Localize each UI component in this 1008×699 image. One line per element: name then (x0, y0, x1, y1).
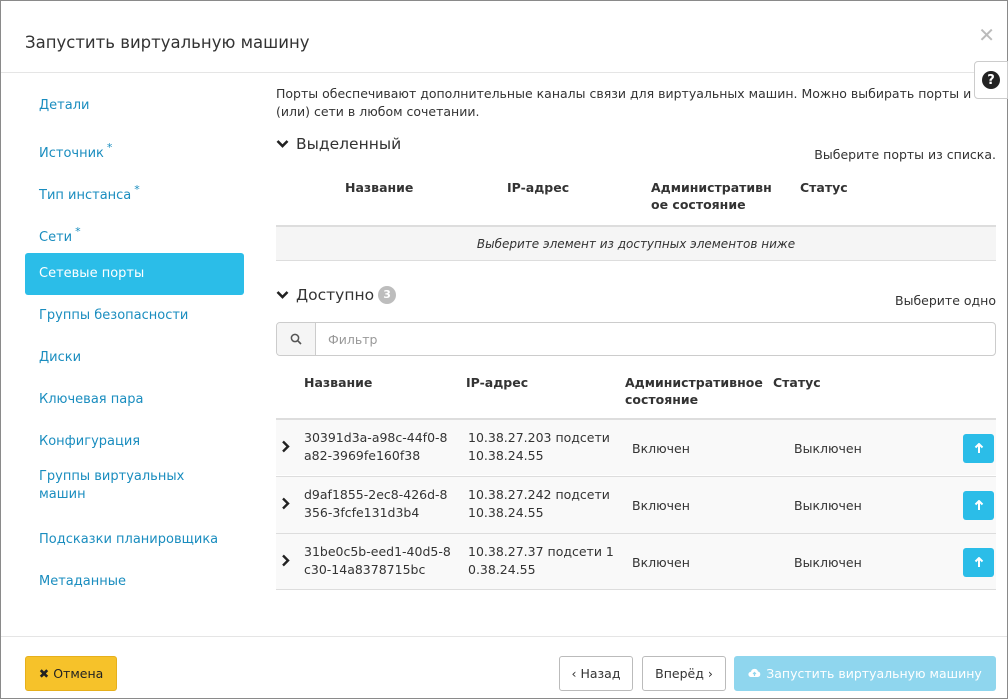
port-name: d9af1855-2ec8-426d-8 356-3fcfe131d3b4 (304, 487, 448, 520)
sidebar-item-flavor[interactable]: Тип инстанса * (25, 169, 244, 211)
available-col-ip: IP-адрес (466, 375, 529, 390)
sidebar-item-label: Сети (39, 230, 73, 245)
cloud-upload-icon (748, 666, 761, 681)
allocated-col-status: Статус (800, 180, 848, 195)
port-ip: 10.38.27.203 подсети 10.38.24.55 (468, 430, 610, 463)
sidebar-item-metadata[interactable]: Метаданные (25, 561, 244, 603)
port-admin-state: Включен (632, 498, 690, 513)
chevron-right-icon[interactable] (281, 497, 290, 514)
intro-text: Порты обеспечивают дополнительные каналы… (276, 86, 972, 119)
available-hint: Выберите одно (895, 293, 996, 308)
sidebar-item-security-groups[interactable]: Группы безопасности (25, 295, 244, 337)
chevron-right-icon[interactable] (281, 440, 290, 457)
back-button[interactable]: ‹ Назад (559, 656, 633, 691)
sidebar-item-label: Ключевая пара (39, 392, 144, 407)
port-ip: 10.38.27.242 подсети 10.38.24.55 (468, 487, 610, 520)
available-col-name: Название (304, 375, 373, 390)
required-marker: * (75, 225, 81, 238)
close-icon: ✖ (38, 666, 50, 681)
sidebar-item-label: Тип инстанса (39, 188, 132, 203)
table-row[interactable]: 31be0c5b-eed1-40d5-8 c30-14a8378715bc 10.… (276, 533, 996, 590)
sidebar-item-networks[interactable]: Сети * (25, 211, 244, 253)
search-icon (277, 323, 316, 355)
sidebar-item-details[interactable]: Детали (25, 85, 244, 127)
filter-box (276, 322, 996, 356)
main-panel: Порты обеспечивают дополнительные каналы… (276, 85, 996, 590)
chevron-right-icon[interactable] (281, 554, 290, 571)
cancel-label: Отмена (53, 666, 104, 681)
sidebar-item-label: Конфигурация (39, 434, 141, 449)
port-status: Выключен (794, 555, 862, 570)
sidebar-item-key-pair[interactable]: Ключевая пара (25, 379, 244, 421)
arrow-up-icon (974, 557, 983, 567)
sidebar-item-label: Группы виртуальных машин (39, 469, 185, 502)
chevron-down-icon (276, 286, 292, 304)
sidebar-item-label: Группы безопасности (39, 308, 189, 323)
allocated-col-admin-state: Административн ое состояние (651, 180, 772, 212)
sidebar-item-scheduler-hints[interactable]: Подсказки планировщика (25, 519, 244, 561)
sidebar-item-label: Диски (39, 350, 82, 365)
allocate-button[interactable] (963, 548, 994, 577)
allocated-title: Выделенный (296, 135, 402, 153)
port-status: Выключен (794, 441, 862, 456)
available-col-admin-state: Административное состояние (625, 375, 763, 407)
port-name: 30391d3a-a98c-44f0-8 a82-3969fe160f38 (304, 430, 448, 463)
available-col-status: Статус (773, 375, 821, 390)
allocate-button[interactable] (963, 491, 994, 520)
port-ip: 10.38.27.37 подсети 1 0.38.24.55 (468, 544, 614, 577)
sidebar-item-label: Источник (39, 146, 104, 161)
arrow-up-icon (974, 500, 983, 510)
available-section-toggle[interactable]: Доступно 3 (276, 286, 397, 304)
table-row[interactable]: d9af1855-2ec8-426d-8 356-3fcfe131d3b4 10.… (276, 476, 996, 533)
allocated-hint: Выберите порты из списка. (814, 147, 996, 162)
sidebar-item-network-ports[interactable]: Сетевые порты (25, 253, 244, 295)
allocated-col-ip: IP-адрес (507, 180, 570, 195)
required-marker: * (106, 141, 113, 154)
filter-input[interactable] (316, 323, 995, 355)
sidebar-item-label: Подсказки планировщика (39, 532, 219, 547)
sidebar-item-label: Детали (39, 98, 90, 113)
close-icon[interactable]: ✕ (978, 25, 995, 45)
chevron-down-icon (276, 135, 292, 153)
launch-label: Запустить виртуальную машину (766, 666, 982, 681)
sidebar-item-configuration[interactable]: Конфигурация (25, 421, 244, 463)
sidebar-item-server-groups[interactable]: Группы виртуальных машин (25, 463, 205, 519)
sidebar-item-label: Метаданные (39, 574, 126, 589)
wizard-steps: Детали Источник * Тип инстанса * Сети * Сет… (25, 85, 244, 603)
dialog-footer: ✖ Отмена ‹ Назад Вперёд › Запустить вирт… (1, 636, 1007, 699)
allocate-button[interactable] (963, 434, 994, 463)
launch-instance-dialog: Запустить виртуальную машину ✕ ? Детали … (0, 0, 1008, 699)
dialog-title: Запустить виртуальную машину (25, 33, 310, 52)
allocated-section-toggle[interactable]: Выделенный (276, 135, 401, 153)
launch-instance-button[interactable]: Запустить виртуальную машину (734, 656, 996, 691)
sidebar-item-label: Сетевые порты (39, 266, 145, 281)
allocated-empty-row: Выберите элемент из доступных элементов … (276, 225, 996, 261)
port-status: Выключен (794, 498, 862, 513)
port-name: 31be0c5b-eed1-40d5-8 c30-14a8378715bc (304, 544, 451, 577)
cancel-button[interactable]: ✖ Отмена (25, 656, 117, 691)
allocated-col-name: Название (345, 180, 414, 195)
sidebar-item-volumes[interactable]: Диски (25, 337, 244, 379)
port-admin-state: Включен (632, 441, 690, 456)
available-title: Доступно (296, 286, 375, 304)
port-admin-state: Включен (632, 555, 690, 570)
arrow-up-icon (974, 443, 983, 453)
dialog-header: Запустить виртуальную машину ✕ (1, 1, 1007, 73)
table-row[interactable]: 30391d3a-a98c-44f0-8 a82-3969fe160f38 10.… (276, 418, 996, 475)
next-button[interactable]: Вперёд › (642, 656, 726, 691)
sidebar-item-source[interactable]: Источник * (25, 127, 244, 169)
required-marker: * (134, 183, 140, 196)
available-count-badge: 3 (378, 286, 397, 304)
